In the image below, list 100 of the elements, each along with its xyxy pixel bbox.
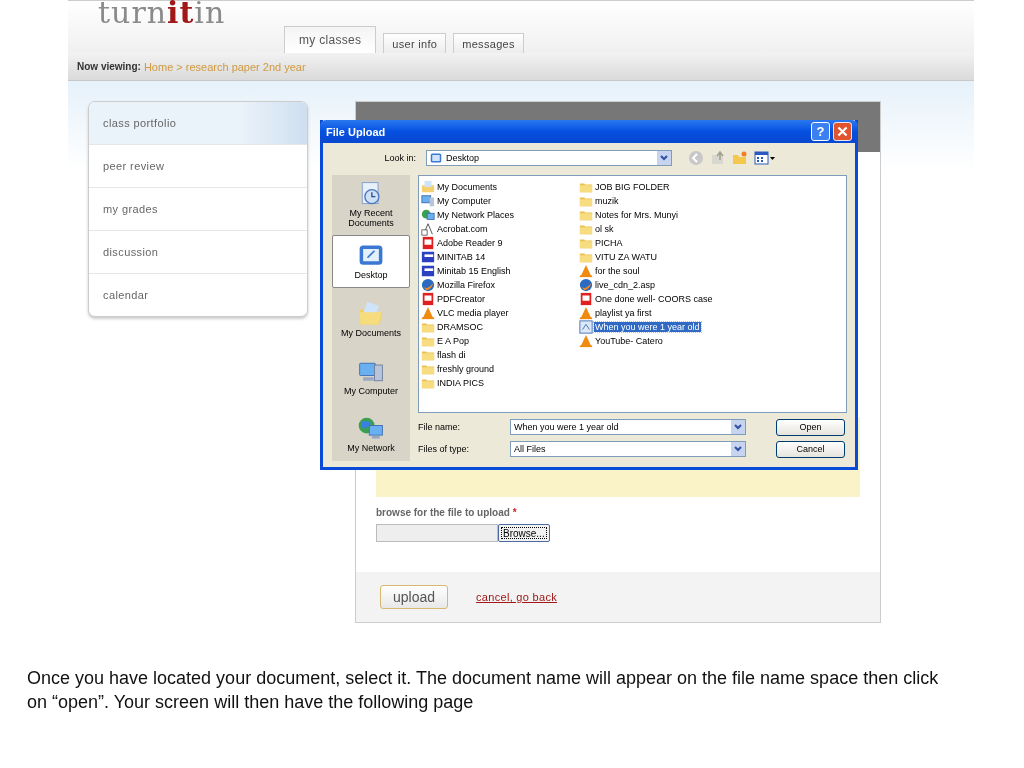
file-name: When you were 1 year old — [594, 322, 701, 332]
nav-tab[interactable]: messages — [453, 33, 524, 53]
file-name: Adobe Reader 9 — [436, 238, 504, 248]
documents-icon — [421, 180, 435, 194]
cone-icon — [579, 306, 593, 320]
app-icon — [421, 264, 435, 278]
file-name: JOB BIG FOLDER — [594, 182, 671, 192]
places-item[interactable]: Desktop — [332, 234, 410, 289]
file-name: Acrobat.com — [436, 224, 489, 234]
logo[interactable]: turnitin — [98, 0, 226, 31]
file-name: Minitab 15 English — [436, 266, 512, 276]
file-name: for the soul — [594, 266, 641, 276]
file-item[interactable]: freshly ground — [421, 362, 573, 376]
places-item[interactable]: My Computer — [332, 349, 410, 404]
network-icon — [421, 208, 435, 222]
file-type-label: Files of type: — [418, 444, 471, 454]
file-item[interactable]: Mozilla Firefox — [421, 278, 573, 292]
file-name-field[interactable]: When you were 1 year old — [510, 419, 746, 435]
close-button[interactable] — [833, 122, 852, 141]
file-item[interactable]: flash di — [421, 348, 573, 362]
file-item[interactable]: for the soul — [579, 264, 731, 278]
pdf-icon — [421, 236, 435, 250]
file-item[interactable]: E A Pop — [421, 334, 573, 348]
new-folder-icon[interactable] — [732, 150, 748, 166]
nav-tab[interactable]: my classes — [284, 26, 377, 53]
file-item[interactable]: Minitab 15 English — [421, 264, 573, 278]
pdf-icon — [579, 292, 593, 306]
globe-icon — [579, 278, 593, 292]
sidebar-item[interactable]: my grades — [89, 187, 307, 230]
file-item[interactable]: Acrobat.com — [421, 222, 573, 236]
file-name: One done well- COORS case — [594, 294, 714, 304]
file-name: My Network Places — [436, 210, 516, 220]
file-name: VITU ZA WATU — [594, 252, 658, 262]
browse-button[interactable]: Browse... — [498, 524, 550, 542]
nav-tab[interactable]: user info — [383, 33, 447, 53]
file-item[interactable]: ol sk — [579, 222, 731, 236]
caption-text: Once you have located your document, select it. The document name will appear on the file name space then click on “open”. Your screen will then have the following page — [27, 667, 940, 714]
file-item[interactable]: YouTube- Catero — [579, 334, 731, 348]
cancel-button[interactable]: Cancel — [776, 440, 845, 458]
cone-icon — [579, 264, 593, 278]
help-button[interactable]: ? — [811, 122, 830, 141]
documents-icon — [357, 300, 385, 328]
file-item[interactable]: Notes for Mrs. Munyi — [579, 208, 731, 222]
open-button[interactable]: Open — [776, 418, 845, 436]
views-menu-icon[interactable] — [754, 150, 776, 166]
file-item[interactable]: VITU ZA WATU — [579, 250, 731, 264]
file-item[interactable]: playlist ya first — [579, 306, 731, 320]
file-item[interactable]: VLC media player — [421, 306, 573, 320]
file-item[interactable]: live_cdn_2.asp — [579, 278, 731, 292]
places-item[interactable]: My Recent Documents — [332, 177, 410, 231]
file-name: YouTube- Catero — [594, 336, 664, 346]
up-folder-icon[interactable] — [710, 150, 726, 166]
desktop-icon — [430, 152, 442, 164]
file-name: ol sk — [594, 224, 615, 234]
file-name: live_cdn_2.asp — [594, 280, 657, 290]
file-name: My Documents — [436, 182, 499, 192]
look-in-dropdown[interactable]: Desktop — [426, 150, 672, 166]
file-name: VLC media player — [436, 308, 510, 318]
sidebar-item[interactable]: class portfolio — [89, 102, 307, 144]
file-name: Mozilla Firefox — [436, 280, 496, 290]
places-item[interactable]: My Documents — [332, 292, 410, 346]
file-item[interactable]: INDIA PICS — [421, 376, 573, 390]
file-item[interactable]: My Documents — [421, 180, 573, 194]
file-path-field[interactable] — [376, 524, 498, 542]
places-item[interactable]: My Network — [332, 407, 410, 461]
file-name: Notes for Mrs. Munyi — [594, 210, 680, 220]
upload-button[interactable]: upload — [380, 585, 449, 609]
file-name-label: File name: — [418, 422, 462, 432]
sidebar-item[interactable]: calendar — [89, 273, 307, 316]
file-item[interactable]: Adobe Reader 9 — [421, 236, 573, 250]
file-item[interactable]: When you were 1 year old — [579, 320, 731, 334]
app-icon — [421, 250, 435, 264]
file-name: PDFCreator — [436, 294, 486, 304]
cancel-link[interactable]: cancel, go back — [476, 591, 557, 603]
file-name: MINITAB 14 — [436, 252, 487, 262]
file-name: muzik — [594, 196, 620, 206]
file-item[interactable]: DRAMSOC — [421, 320, 573, 334]
file-item[interactable]: PDFCreator — [421, 292, 573, 306]
pdf-icon — [421, 292, 435, 306]
file-item[interactable]: JOB BIG FOLDER — [579, 180, 731, 194]
globe-icon — [421, 278, 435, 292]
sidebar-item[interactable]: peer review — [89, 144, 307, 187]
file-name: PICHA — [594, 238, 624, 248]
file-item[interactable]: One done well- COORS case — [579, 292, 731, 306]
file-item[interactable]: MINITAB 14 — [421, 250, 573, 264]
file-item[interactable]: My Network Places — [421, 208, 573, 222]
file-name: INDIA PICS — [436, 378, 485, 388]
file-item[interactable]: PICHA — [579, 236, 731, 250]
file-name: freshly ground — [436, 364, 496, 374]
sidebar-item[interactable]: discussion — [89, 230, 307, 273]
file-name: flash di — [436, 350, 467, 360]
look-in-label: Look in: — [383, 153, 417, 163]
breadcrumb-label: Now viewing: — [77, 61, 141, 72]
field-label: browse for the file to upload * — [376, 507, 518, 518]
file-name: E A Pop — [436, 336, 471, 346]
file-type-dropdown[interactable]: All Files — [510, 441, 746, 457]
computer-icon — [421, 194, 435, 208]
file-item[interactable]: muzik — [579, 194, 731, 208]
cone-icon — [421, 306, 435, 320]
file-item[interactable]: My Computer — [421, 194, 573, 208]
